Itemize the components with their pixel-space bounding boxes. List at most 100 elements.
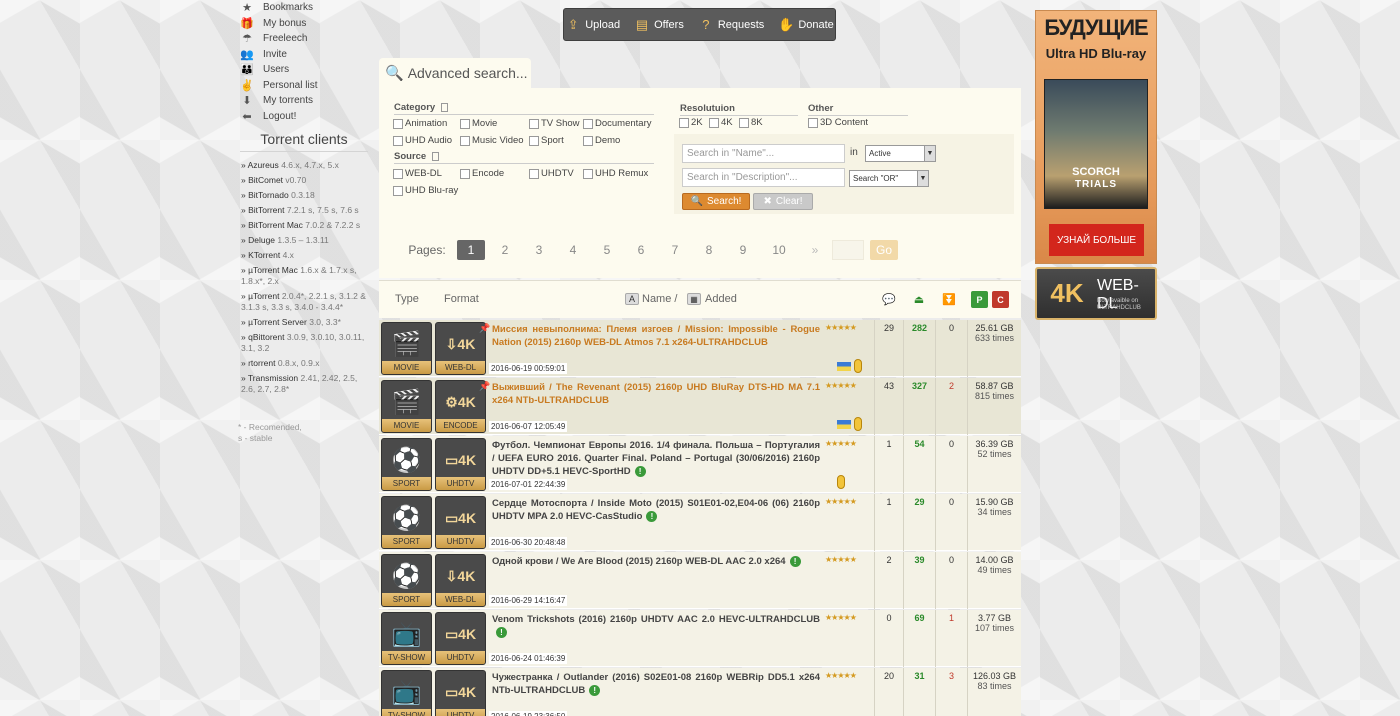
nav-invite[interactable]: 👥 Invite: [240, 47, 368, 63]
page-3[interactable]: 3: [527, 240, 551, 260]
page-1[interactable]: 1: [457, 240, 485, 260]
client-item[interactable]: » Transmission 2.41, 2.42, 2.5, 2.6, 2.7…: [241, 373, 369, 395]
torrent-row[interactable]: ⚽ SPORT ▭4K UHDTV Футбол. Чемпионат Европы 2…: [379, 436, 1021, 493]
type-tile[interactable]: ⚽ SPORT: [381, 554, 432, 607]
torrent-row[interactable]: 📺 TV-SHOW ▭4K UHDTV Venom Trickshots (2016) …: [379, 610, 1021, 667]
source-uhd-remux[interactable]: UHD Remux: [583, 168, 648, 179]
calendar-icon[interactable]: ▦: [687, 293, 701, 305]
search-mode-select[interactable]: Search "OR" ▼: [849, 170, 929, 187]
learn-more-button[interactable]: УЗНАЙ БОЛЬШЕ: [1049, 224, 1144, 256]
resolution-4k[interactable]: 4K: [709, 117, 733, 128]
seeders-count[interactable]: 39: [903, 552, 935, 609]
col-format[interactable]: Format: [444, 293, 479, 305]
source-web-dl[interactable]: WEB-DL: [393, 168, 442, 179]
leechers-count[interactable]: 3: [935, 668, 967, 716]
clear-button[interactable]: ✖ Clear!: [753, 193, 813, 210]
uhd-bluray-banner[interactable]: БУДУЩИЕ Ultra HD Blu-ray SCORCH TRIALS У…: [1035, 10, 1157, 264]
seeders-count[interactable]: 31: [903, 668, 935, 716]
leechers-count[interactable]: 1: [935, 610, 967, 667]
page-5[interactable]: 5: [595, 240, 619, 260]
seeders-count[interactable]: 54: [903, 436, 935, 493]
client-item[interactable]: » BitComet v0.70: [241, 175, 369, 186]
leechers-count[interactable]: 0: [935, 552, 967, 609]
nav-logout[interactable]: ⬅ Logout!: [240, 109, 368, 125]
go-button[interactable]: Go: [870, 240, 898, 260]
nav-my-torrents[interactable]: ⬇ My torrents: [240, 93, 368, 109]
torrent-title-link[interactable]: Футбол. Чемпионат Европы 2016. 1/4 финал…: [492, 439, 820, 478]
leechers-count[interactable]: 0: [935, 494, 967, 551]
filter-c-button[interactable]: C: [992, 291, 1009, 308]
source-uhdtv[interactable]: UHDTV: [529, 168, 574, 179]
format-tile[interactable]: ▭4K UHDTV: [435, 496, 486, 549]
client-item[interactable]: » BitTornado 0.3.18: [241, 190, 369, 201]
nav-bookmarks[interactable]: ★ Bookmarks: [240, 0, 368, 16]
advanced-search-tab[interactable]: 🔍 Advanced search...: [379, 58, 531, 88]
filter-p-button[interactable]: P: [971, 291, 988, 308]
nav-personal-list[interactable]: ✌ Personal list: [240, 78, 368, 94]
name-search-input[interactable]: Search in "Name"...: [682, 144, 845, 163]
leechers-count[interactable]: 2: [935, 378, 967, 435]
format-tile[interactable]: ▭4K UHDTV: [435, 670, 486, 716]
torrent-title-link[interactable]: Одной крови / We Are Blood (2015) 2160p …: [492, 555, 820, 568]
next-page-link[interactable]: »: [805, 240, 825, 260]
page-2[interactable]: 2: [493, 240, 517, 260]
type-tile[interactable]: ⚽ SPORT: [381, 438, 432, 491]
page-7[interactable]: 7: [663, 240, 687, 260]
client-item[interactable]: » BitTorrent 7.2.1 s, 7.5 s, 7.6 s: [241, 205, 369, 216]
offers-button[interactable]: ▤ Offers: [634, 17, 684, 33]
comments-count[interactable]: 1: [874, 494, 903, 551]
seeders-count[interactable]: 327: [903, 378, 935, 435]
category-tv-show[interactable]: TV Show: [529, 118, 580, 129]
comments-count[interactable]: 2: [874, 552, 903, 609]
torrent-title-link[interactable]: Выживший / The Revenant (2015) 2160p UHD…: [492, 381, 820, 407]
category-documentary[interactable]: Documentary: [583, 118, 652, 129]
description-search-input[interactable]: Search in "Description"...: [682, 168, 845, 187]
torrent-title-link[interactable]: Venom Trickshots (2016) 2160p UHDTV AAC …: [492, 613, 820, 639]
nav-my-bonus[interactable]: 🎁 My bonus: [240, 16, 368, 32]
seeders-count[interactable]: 29: [903, 494, 935, 551]
torrent-row[interactable]: 🎬 MOVIE ⚙4K ENCODE 📌 Выживший / The Revenant …: [379, 378, 1021, 435]
resolution-8k[interactable]: 8K: [739, 117, 763, 128]
comments-count[interactable]: 20: [874, 668, 903, 716]
category-demo[interactable]: Demo: [583, 135, 620, 146]
page-number-input[interactable]: [832, 240, 864, 260]
source-uhd-bluray[interactable]: UHD Blu-ray: [393, 185, 458, 196]
page-4[interactable]: 4: [561, 240, 585, 260]
page-9[interactable]: 9: [731, 240, 755, 260]
resolution-2k[interactable]: 2K: [679, 117, 703, 128]
col-type[interactable]: Type: [395, 293, 419, 305]
category-movie[interactable]: Movie: [460, 118, 497, 129]
page-10[interactable]: 10: [765, 240, 793, 260]
seeders-icon[interactable]: ⏏: [912, 293, 926, 306]
format-tile[interactable]: ▭4K UHDTV: [435, 438, 486, 491]
upload-button[interactable]: ⇪ Upload: [565, 17, 620, 33]
donate-button[interactable]: ✋ Donate: [778, 17, 834, 33]
type-tile[interactable]: 📺 TV-SHOW: [381, 670, 432, 716]
webdl-banner[interactable]: 4K WEB-DL Now avaible on ULTRAHDCLUB: [1035, 267, 1157, 320]
nav-users[interactable]: 👪 Users: [240, 62, 368, 78]
comments-count[interactable]: 1: [874, 436, 903, 493]
torrent-row[interactable]: 📺 TV-SHOW ▭4K UHDTV Чужестранка / Outlander …: [379, 668, 1021, 716]
client-item[interactable]: » µTorrent 2.0.4*, 2.2.1 s, 3.1.2 & 3.1.…: [241, 291, 369, 313]
toggle-icon[interactable]: [441, 102, 449, 112]
category-uhd-audio[interactable]: UHD Audio: [393, 135, 452, 146]
seeders-count[interactable]: 282: [903, 320, 935, 377]
requests-button[interactable]: ? Requests: [698, 17, 764, 33]
seeders-count[interactable]: 69: [903, 610, 935, 667]
client-item[interactable]: » Azureus 4.6.x, 4.7.x, 5.x: [241, 160, 369, 171]
client-item[interactable]: » µTorrent Mac 1.6.x & 1.7.x s, 1.8.x*, …: [241, 265, 369, 287]
client-item[interactable]: » qBittorent 3.0.9, 3.0.10, 3.0.11, 3.1,…: [241, 332, 369, 354]
torrent-title-link[interactable]: Чужестранка / Outlander (2016) S02E01-08…: [492, 671, 820, 697]
col-added[interactable]: Added: [705, 293, 737, 305]
status-select[interactable]: Active ▼: [865, 145, 936, 162]
source-encode[interactable]: Encode: [460, 168, 504, 179]
torrent-title-link[interactable]: Сердце Мотоспорта / Inside Moto (2015) S…: [492, 497, 820, 523]
nav-freeleech[interactable]: ☂ Freeleech: [240, 31, 368, 47]
search-button[interactable]: 🔍 Search!: [682, 193, 750, 210]
client-item[interactable]: » Deluge 1.3.5 – 1.3.11: [241, 235, 369, 246]
type-tile[interactable]: 🎬 MOVIE: [381, 322, 432, 375]
other-3d-content[interactable]: 3D Content: [808, 117, 868, 128]
format-tile[interactable]: ▭4K UHDTV: [435, 612, 486, 665]
page-8[interactable]: 8: [697, 240, 721, 260]
sort-name-icon[interactable]: A: [625, 293, 639, 305]
